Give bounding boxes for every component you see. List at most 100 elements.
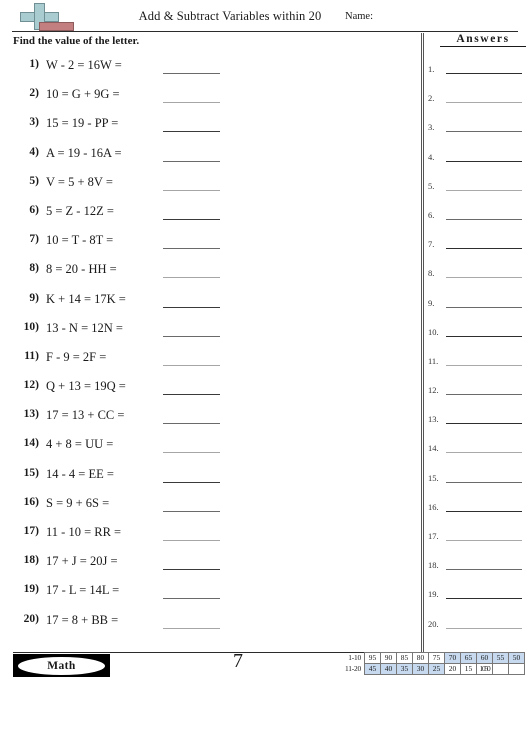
grading-scale-cell: 35 — [396, 663, 413, 675]
answer-blank[interactable] — [163, 481, 220, 483]
problem-expression: K + 14 = 17K = — [46, 291, 126, 306]
answer-slot-number: 8. — [428, 268, 435, 279]
problem-expression: 17 = 13 + CC = — [46, 408, 125, 423]
problem-row: 15) 14 - 4 = EE = — [13, 467, 413, 496]
answer-blank[interactable] — [163, 452, 220, 454]
answer-blank[interactable] — [163, 394, 220, 396]
answer-blank[interactable] — [163, 598, 220, 600]
grading-scale-cell: 65 — [460, 652, 477, 664]
answer-slot-row: 14. — [428, 437, 526, 466]
grading-scale-cell: 1050 — [476, 663, 493, 675]
page-header: Add & Subtract Variables within 20 Name: — [0, 0, 530, 34]
problem-number: 19) — [23, 583, 39, 596]
answer-blank[interactable] — [163, 306, 220, 308]
answer-slot-line[interactable] — [446, 540, 522, 541]
answer-slot-row: 4. — [428, 146, 526, 175]
grading-scale-cell: 70 — [444, 652, 461, 664]
answer-blank[interactable] — [163, 73, 220, 74]
problem-row: 16) S = 9 + 6S = — [13, 496, 413, 525]
answer-slot-number: 16. — [428, 501, 439, 512]
answer-slot-number: 7. — [428, 239, 435, 250]
problem-expression: 10 = G + 9G = — [46, 87, 120, 102]
answer-slot-line[interactable] — [446, 627, 522, 629]
problem-row: 9) K + 14 = 17K = — [13, 292, 413, 321]
problem-expression: F - 9 = 2F = — [46, 349, 107, 364]
problem-number: 14) — [23, 437, 39, 450]
answer-slot-line[interactable] — [446, 102, 522, 104]
answer-slot-line[interactable] — [446, 277, 522, 279]
answer-blank[interactable] — [163, 569, 220, 571]
answer-slot-line[interactable] — [446, 394, 522, 396]
problem-row: 12) Q + 13 = 19Q = — [13, 379, 413, 408]
worksheet-title: Add & Subtract Variables within 20 — [138, 9, 322, 23]
problem-number: 2) — [29, 87, 39, 100]
answer-slot-number: 4. — [428, 151, 435, 162]
answer-slot-number: 3. — [428, 122, 435, 133]
problem-row: 2) 10 = G + 9G = — [13, 87, 413, 116]
answer-slot-line[interactable] — [446, 452, 522, 454]
answer-slot-line[interactable] — [446, 248, 522, 250]
subject-badge-oval: Math — [18, 656, 105, 675]
problem-row: 17) 11 - 10 = RR = — [13, 525, 413, 554]
problem-number: 7) — [29, 233, 39, 246]
subject-badge-label: Math — [47, 659, 76, 672]
grading-scale-row-label: 11-20 — [345, 664, 361, 673]
answer-slot-row: 12. — [428, 379, 526, 408]
answer-slot-number: 2. — [428, 93, 435, 104]
answer-blank[interactable] — [163, 277, 220, 279]
answer-blank[interactable] — [163, 248, 220, 250]
answer-blank[interactable] — [163, 335, 220, 337]
answer-blank[interactable] — [163, 218, 220, 220]
problem-number: 17) — [23, 525, 39, 537]
answer-slot-number: 11. — [428, 355, 439, 366]
problem-expression: W - 2 = 16W = — [46, 58, 122, 72]
answer-slot-number: 1. — [428, 64, 435, 74]
answer-blank[interactable] — [163, 160, 220, 162]
answer-slot-line[interactable] — [446, 131, 522, 133]
problem-row: 6) 5 = Z - 12Z = — [13, 204, 413, 233]
answer-slot-row: 16. — [428, 496, 526, 525]
answer-blank[interactable] — [163, 131, 220, 133]
subject-badge: Math — [13, 654, 110, 677]
grading-scale-row: 1-10 95 90 85 80 75 70 65 60 55 50 — [337, 652, 525, 664]
answer-slot-line[interactable] — [446, 481, 522, 483]
answer-slot-row: 9. — [428, 292, 526, 321]
problem-expression: S = 9 + 6S = — [46, 495, 110, 510]
answer-slot-line[interactable] — [446, 160, 522, 162]
answers-column-heading: Answers — [440, 33, 526, 47]
answer-slot-row: 2. — [428, 87, 526, 116]
answer-slot-number: 15. — [428, 472, 439, 483]
problem-row: 14) 4 + 8 = UU = — [13, 437, 413, 466]
answer-blank[interactable] — [163, 423, 220, 425]
answer-blank[interactable] — [163, 102, 220, 104]
grading-scale-cell: 20 — [444, 663, 461, 675]
answer-blank[interactable] — [163, 510, 220, 512]
answer-slot-row: 17. — [428, 525, 526, 554]
problem-row: 10) 13 - N = 12N = — [13, 321, 413, 350]
answer-slot-line[interactable] — [446, 510, 522, 512]
answer-blank[interactable] — [163, 364, 220, 366]
problem-number: 10) — [23, 320, 39, 333]
answer-slot-line[interactable] — [446, 423, 522, 425]
answer-blank[interactable] — [163, 540, 220, 541]
answer-slot-line[interactable] — [446, 335, 522, 337]
answer-slot-line[interactable] — [446, 569, 522, 571]
answer-slot-number: 12. — [428, 385, 439, 396]
grading-scale-cell: 80 — [412, 652, 429, 664]
grading-scale-cell: 90 — [380, 652, 397, 664]
problem-row: 3) 15 = 19 - PP = — [13, 116, 413, 145]
answer-blank[interactable] — [163, 189, 220, 191]
page-number: 7 — [233, 650, 243, 672]
answer-slot-number: 5. — [428, 180, 435, 191]
grading-scale-cell: 50 — [508, 652, 525, 664]
answer-slot-line[interactable] — [446, 73, 522, 74]
problem-expression: 17 - L = 14L = — [46, 583, 120, 598]
answer-slot-line[interactable] — [446, 364, 522, 366]
answer-slot-line[interactable] — [446, 306, 522, 308]
problem-expression: 4 + 8 = UU = — [46, 437, 114, 452]
answer-blank[interactable] — [163, 627, 220, 629]
answer-slot-line[interactable] — [446, 218, 522, 220]
answer-slot-line[interactable] — [446, 598, 522, 600]
problem-expression: 10 = T - 8T = — [46, 233, 114, 248]
answer-slot-line[interactable] — [446, 189, 522, 191]
